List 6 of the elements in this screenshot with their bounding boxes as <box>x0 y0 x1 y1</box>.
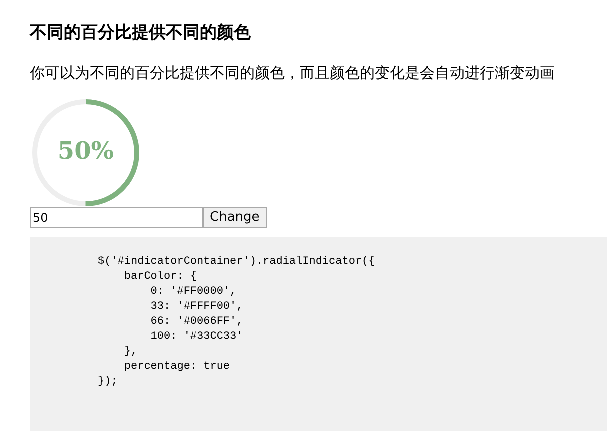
change-button[interactable]: Change <box>203 207 267 228</box>
code-text: $('#indicatorContainer').radialIndicator({ barColor: { 0: '#FF0000', 33: '#FFFF00', 66: '#0066FF', 100: '#33CC33' }, percentage: true }); <box>98 255 376 390</box>
page-heading: 不同的百分比提供不同的颜色 <box>30 22 252 44</box>
description-text: 你可以为不同的百分比提供不同的颜色，而且颜色的变化是会自动进行渐变动画 <box>30 63 556 83</box>
percentage-text: 50% <box>56 135 116 167</box>
percentage-input[interactable]: 50 <box>30 207 203 228</box>
